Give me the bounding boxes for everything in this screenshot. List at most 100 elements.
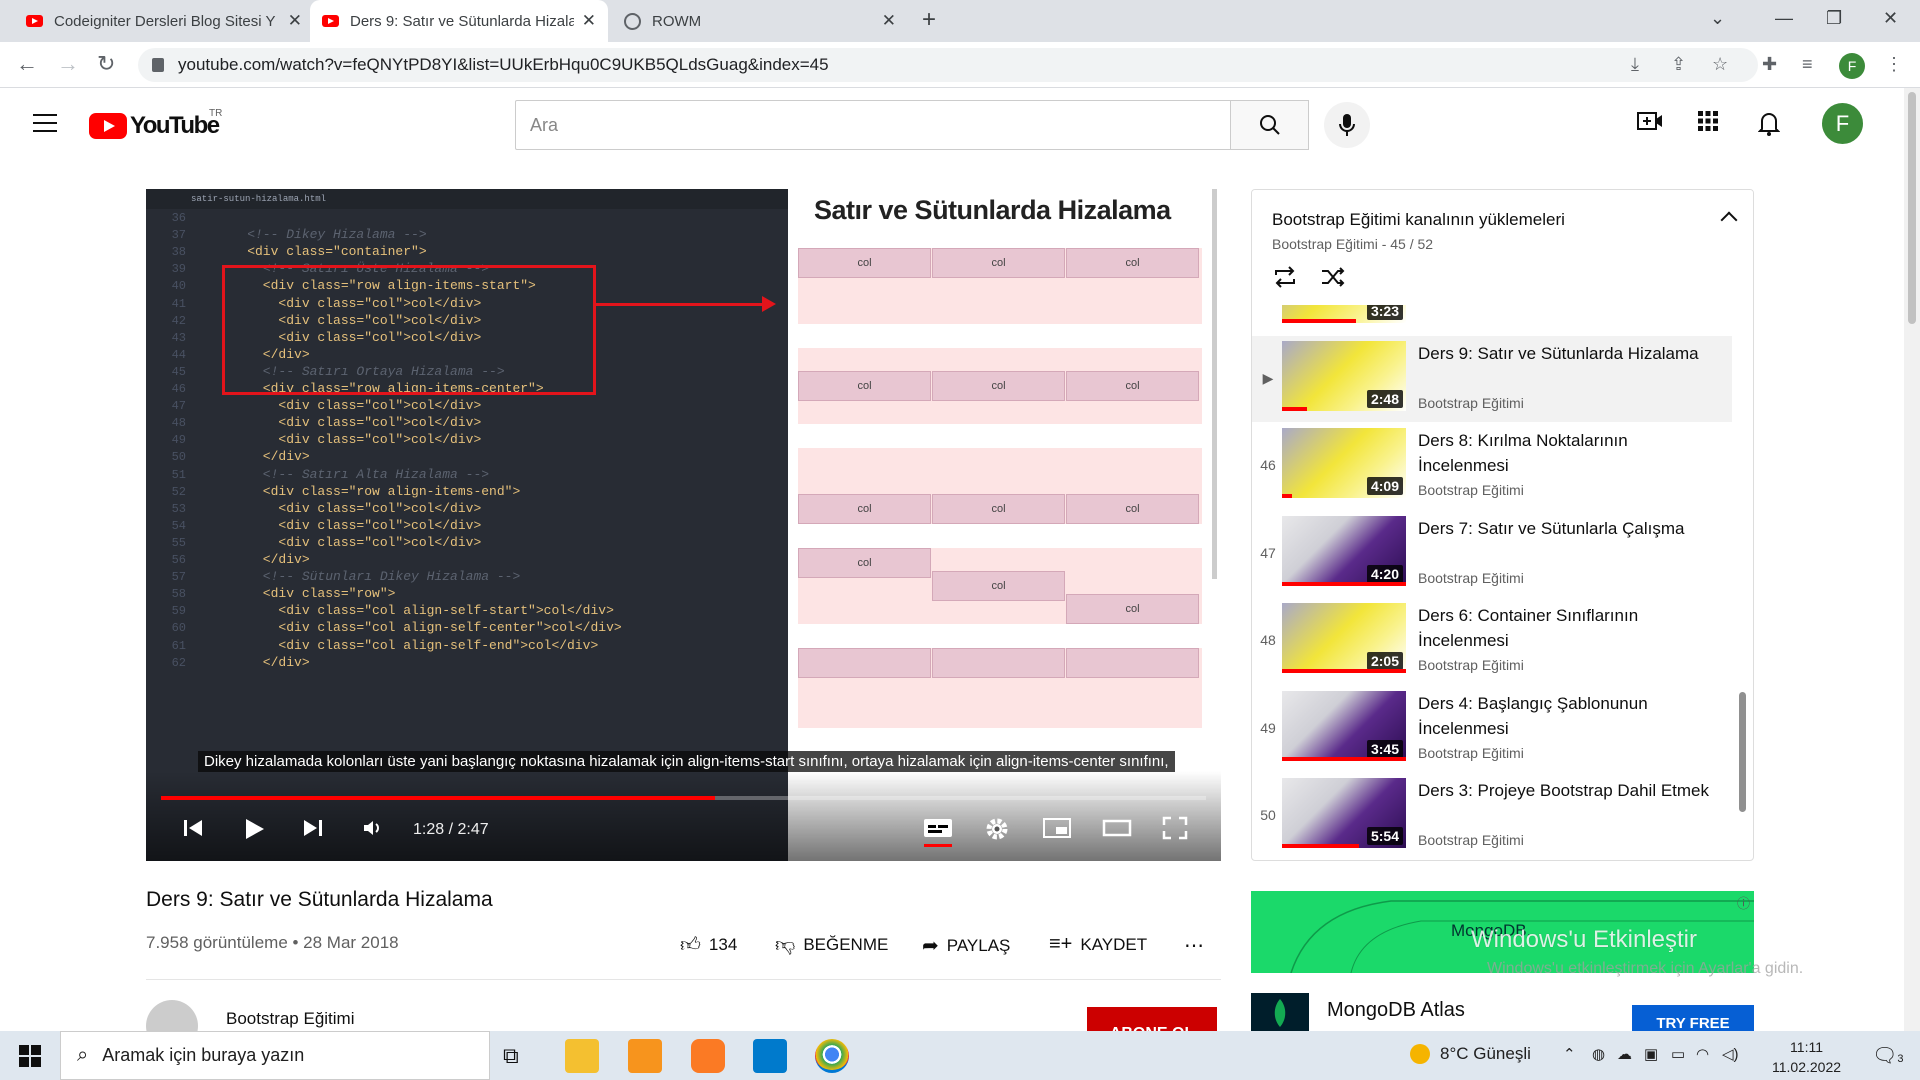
play-button[interactable]	[241, 816, 267, 849]
line-number: 55	[171, 535, 186, 550]
windows-start-icon[interactable]	[19, 1045, 41, 1067]
subtitles-button[interactable]	[923, 816, 953, 847]
playlist-item[interactable]: 46 4:09 Ders 8: Kırılma Noktalarının İncel…	[1252, 423, 1732, 509]
forward-button[interactable]: →	[57, 51, 79, 77]
previous-button[interactable]	[181, 816, 205, 847]
page-scrollbar-thumb[interactable]	[1908, 92, 1916, 324]
chrome-icon[interactable]	[815, 1039, 849, 1073]
user-avatar[interactable]: F	[1822, 103, 1863, 144]
line-number: 51	[171, 467, 186, 482]
tab-ders-9[interactable]: Ders 9: Satır ve Sütunlarda Hizala ✕	[310, 0, 608, 42]
xampp-icon[interactable]	[691, 1039, 725, 1073]
ad-info-icon[interactable]: ⓘ	[1737, 893, 1750, 912]
playlist-header: Bootstrap Eğitimi kanalının yüklemeleri …	[1252, 190, 1753, 305]
restore-button[interactable]: ❐	[1826, 8, 1842, 29]
close-window-button[interactable]: ✕	[1883, 8, 1898, 29]
playlist-scrollbar[interactable]	[1739, 692, 1746, 812]
more-actions-button[interactable]: ⋯	[1184, 933, 1212, 958]
preview-scrollbar	[1212, 189, 1217, 579]
reading-list-icon[interactable]: ≡	[1802, 54, 1813, 75]
meet-now-icon[interactable]: ◍	[1592, 1045, 1605, 1063]
playlist-item[interactable]: 47 4:20 Ders 7: Satır ve Sütunlarla Çalışm…	[1252, 511, 1732, 597]
extensions-icon[interactable]: ✚	[1762, 54, 1777, 75]
playlist-item[interactable]: ▶ 2:48 Ders 9: Satır ve Sütunlarda Hizalam…	[1252, 335, 1732, 422]
close-tab-icon[interactable]: ✕	[882, 11, 896, 31]
security-icon[interactable]: ▣	[1644, 1045, 1658, 1063]
onedrive-cloud-icon[interactable]: ☁	[1617, 1045, 1632, 1063]
bookmark-star-icon[interactable]: ☆	[1712, 54, 1728, 75]
youtube-logo[interactable]: YouTube TR	[89, 108, 222, 140]
voice-search-button[interactable]	[1324, 102, 1370, 148]
install-icon[interactable]: ⤓	[1631, 54, 1639, 75]
task-view-icon[interactable]: ⧉	[503, 1043, 537, 1077]
clock[interactable]: 11:11 11.02.2022	[1772, 1037, 1841, 1077]
share-icon[interactable]: ⇪	[1671, 54, 1686, 75]
settings-button[interactable]	[984, 816, 1010, 849]
vscode-icon[interactable]	[753, 1039, 787, 1073]
playlist-item[interactable]: 48 2:05 Ders 6: Container Sınıflarının İnc…	[1252, 598, 1732, 684]
wifi-icon[interactable]: ◠	[1696, 1045, 1709, 1063]
reload-button[interactable]: ↻	[97, 51, 115, 77]
close-tab-icon[interactable]: ✕	[582, 11, 596, 31]
tab-codeigniter[interactable]: Codeigniter Dersleri Blog Sitesi Y ✕	[14, 0, 314, 42]
line-number: 41	[171, 296, 186, 311]
shuffle-icon[interactable]	[1320, 266, 1346, 295]
subtitles-active-indicator	[924, 844, 952, 847]
tab-search-icon[interactable]: ⌄	[1710, 8, 1725, 29]
close-tab-icon[interactable]: ✕	[288, 11, 302, 31]
playlist-subtitle: Bootstrap Eğitimi - 45 / 52	[1272, 236, 1434, 252]
weather-widget[interactable]: 8°C Güneşli	[1410, 1044, 1531, 1064]
apps-grid-icon[interactable]	[1697, 110, 1719, 139]
line-number: 45	[171, 364, 186, 379]
miniplayer-button[interactable]	[1042, 816, 1072, 847]
video-subtitle: Dikey hizalamada kolonları üste yani baş…	[198, 751, 1175, 772]
browser-menu-icon[interactable]: ⋮	[1885, 54, 1903, 75]
channel-name[interactable]: Bootstrap Eğitimi	[226, 1009, 355, 1029]
preview-col: col	[798, 494, 931, 524]
theater-mode-button[interactable]	[1102, 816, 1132, 847]
playlist-item[interactable]: 50 5:54 Ders 3: Projeye Bootstrap Dahil Et…	[1252, 773, 1732, 859]
file-explorer-icon[interactable]	[565, 1039, 599, 1073]
line-number: 46	[171, 382, 186, 396]
line-number: 52	[171, 484, 186, 499]
battery-icon[interactable]: ▭	[1671, 1045, 1685, 1063]
progress-fill	[161, 796, 715, 800]
tab-rowm[interactable]: ROWM ✕	[612, 0, 908, 42]
address-bar[interactable]: youtube.com/watch?v=feQNYtPD8YI&list=UUk…	[138, 48, 1758, 82]
hamburger-menu-icon[interactable]	[33, 114, 57, 132]
search-button[interactable]	[1230, 100, 1309, 150]
create-video-icon[interactable]	[1637, 110, 1663, 139]
playlist-title[interactable]: Bootstrap Eğitimi kanalının yüklemeleri	[1272, 210, 1565, 230]
show-hidden-icons-chevron-icon[interactable]: ⌃	[1563, 1045, 1576, 1063]
minimize-button[interactable]: —	[1775, 8, 1793, 29]
dislike-button[interactable]: 👎︎ BEĞENME	[775, 933, 888, 957]
fullscreen-button[interactable]	[1162, 816, 1188, 847]
search-input[interactable]: Ara	[515, 100, 1231, 150]
back-button[interactable]: ←	[16, 51, 38, 77]
code-line: 49 <div class="col">col</div>	[146, 431, 788, 448]
next-button[interactable]	[301, 816, 325, 847]
playlist-item[interactable]: 49 3:45 Ders 4: Başlangıç Şablonunun İncel…	[1252, 686, 1732, 772]
taskbar-search-box[interactable]: ⌕ Aramak için buraya yazın	[60, 1031, 490, 1080]
speaker-icon[interactable]: ◁)	[1722, 1045, 1739, 1063]
line-number: 47	[171, 399, 186, 414]
loop-icon[interactable]	[1272, 266, 1298, 295]
duration-badge: 4:20	[1366, 564, 1403, 583]
browser-profile-avatar[interactable]: F	[1839, 53, 1865, 79]
mongodb-leaf-icon	[1251, 993, 1309, 1033]
video-player[interactable]: satir-sutun-hizalama.html 36 37 <!-- Dike…	[146, 189, 1221, 861]
save-button[interactable]: ≡+ KAYDET	[1049, 933, 1147, 956]
collapse-chevron-icon[interactable]	[1720, 211, 1738, 229]
playlist-item-index: 47	[1260, 544, 1276, 561]
progress-bar[interactable]	[161, 796, 1206, 800]
notifications-bell-icon[interactable]	[1757, 110, 1781, 143]
new-tab-button[interactable]: +	[922, 6, 936, 34]
notifications-center-icon[interactable]: 🗨︎3	[1872, 1043, 1904, 1068]
code-text: <div class="col align-self-center">col</…	[216, 620, 622, 636]
line-number: 49	[171, 433, 186, 448]
playlist-panel: 3:23Bootstrap Eğitimi▶2:48Ders 9: Satır …	[1251, 189, 1754, 861]
share-button[interactable]: ➦ PAYLAŞ	[922, 933, 1010, 958]
volume-button[interactable]	[361, 816, 385, 847]
like-button[interactable]: 👍︎ 134	[680, 933, 737, 957]
sublime-text-icon[interactable]	[628, 1039, 662, 1073]
